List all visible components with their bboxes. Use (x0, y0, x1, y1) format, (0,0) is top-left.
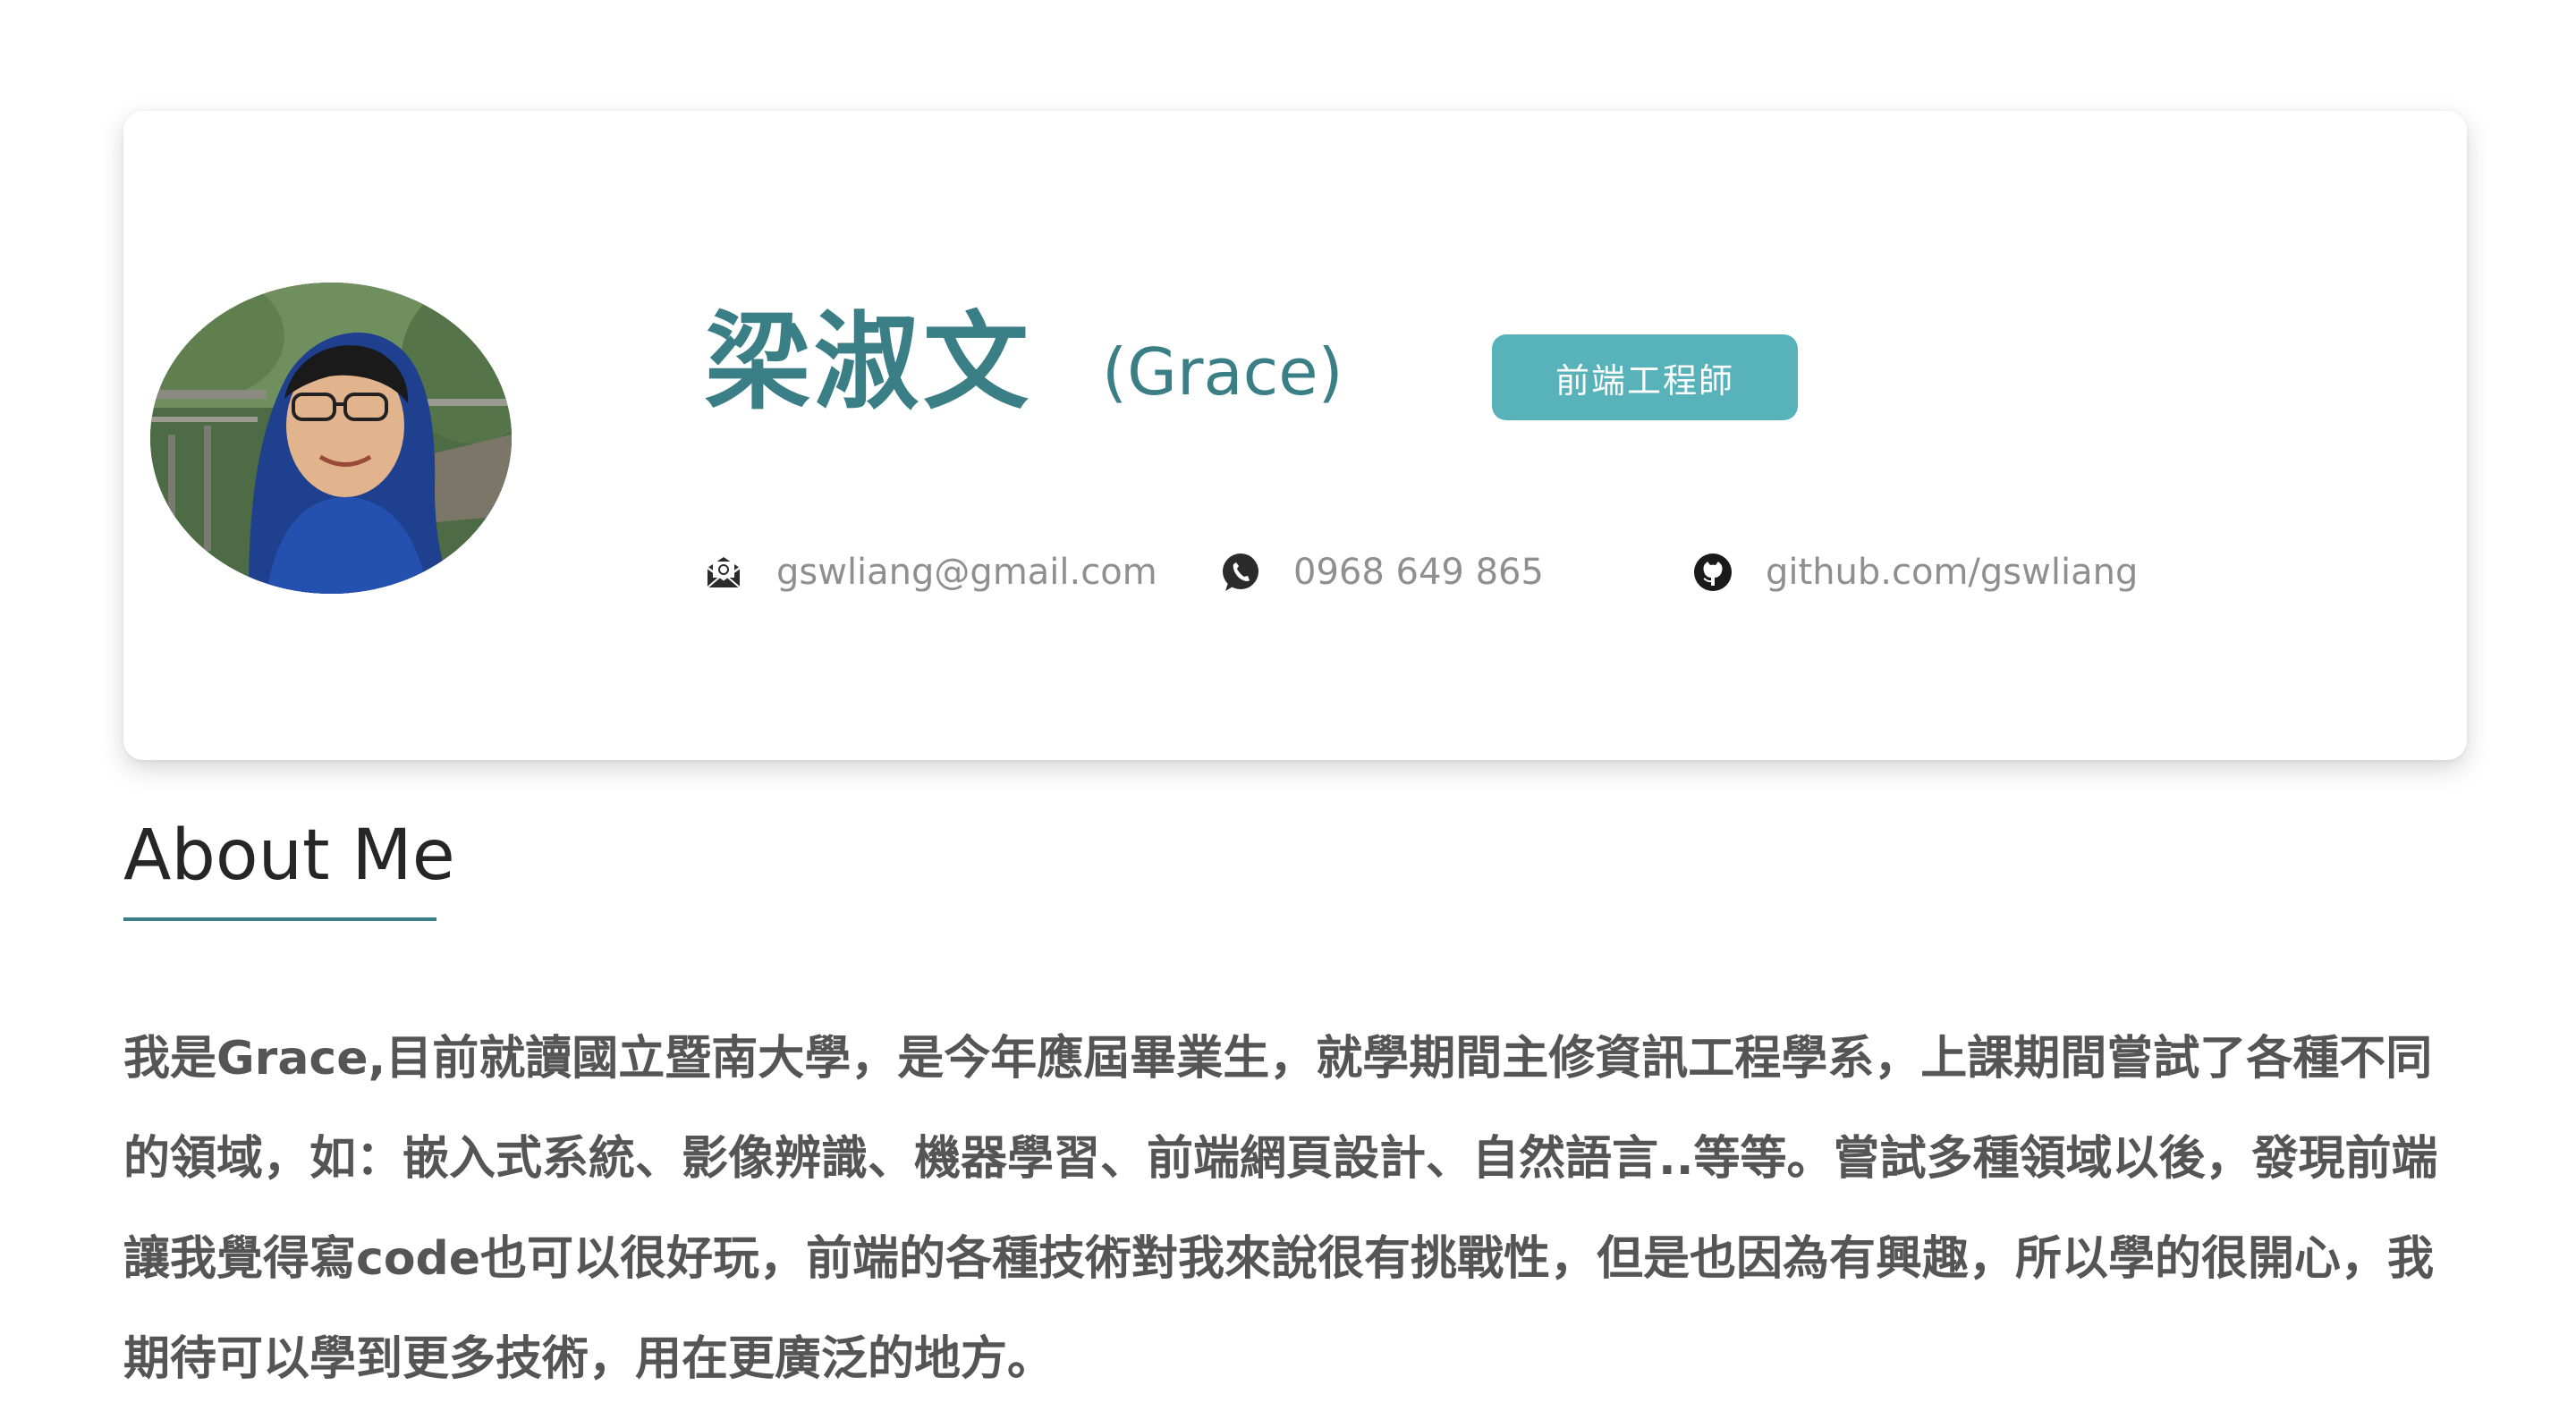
whatsapp-icon (1220, 552, 1261, 593)
profile-card: 梁淑文 (Grace) 前端工程師 gswliang@gmail.com 096… (123, 111, 2467, 760)
about-heading: About Me (123, 815, 455, 896)
profile-nickname: (Grace) (1102, 334, 1343, 410)
resume-page: 梁淑文 (Grace) 前端工程師 gswliang@gmail.com 096… (0, 0, 2576, 1411)
profile-avatar (150, 283, 512, 594)
contact-email-text[interactable]: gswliang@gmail.com (776, 552, 1157, 593)
contact-phone[interactable]: 0968 649 865 (1220, 545, 1544, 599)
contact-github[interactable]: github.com/gswliang (1692, 545, 2138, 599)
contact-github-text[interactable]: github.com/gswliang (1766, 552, 2138, 593)
about-paragraph: 我是Grace,目前就讀國立暨南大學，是今年應屆畢業生，就學期間主修資訊工程學系… (123, 1032, 2438, 1386)
profile-name: 梁淑文 (705, 300, 1033, 424)
github-icon (1692, 552, 1733, 593)
envelope-icon (703, 552, 744, 593)
role-badge[interactable]: 前端工程師 (1492, 334, 1798, 420)
about-heading-underline (123, 917, 436, 921)
contact-email[interactable]: gswliang@gmail.com (703, 545, 1157, 599)
contact-phone-text[interactable]: 0968 649 865 (1293, 552, 1544, 593)
avatar-photo (150, 283, 512, 594)
